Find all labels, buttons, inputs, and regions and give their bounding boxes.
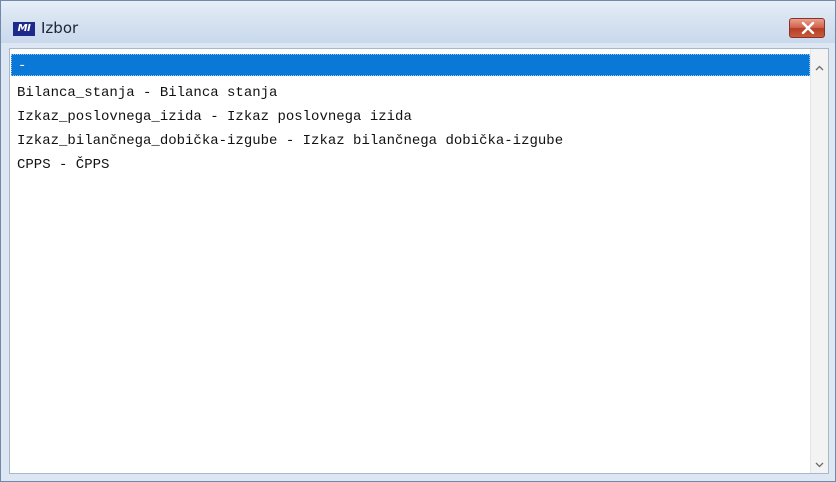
app-logo-icon: MI xyxy=(13,22,35,36)
close-icon xyxy=(801,22,815,34)
list-item-cpps[interactable]: CPPS - ČPPS xyxy=(11,154,810,176)
dialog-window: MI Izbor - Bilanca_stanja - Bilanca stan… xyxy=(0,0,836,482)
chevron-down-icon[interactable] xyxy=(814,459,825,470)
title-bar[interactable]: MI Izbor xyxy=(1,1,835,43)
list-items: - Bilanca_stanja - Bilanca stanja Izkaz_… xyxy=(10,49,811,473)
vertical-scrollbar[interactable] xyxy=(810,49,828,473)
selection-list-box[interactable]: - Bilanca_stanja - Bilanca stanja Izkaz_… xyxy=(9,48,829,474)
chevron-up-icon[interactable] xyxy=(814,63,825,74)
list-item-izkaz-bilancnega-dobicka[interactable]: Izkaz_bilančnega_dobička-izgube - Izkaz … xyxy=(11,130,810,152)
list-item-izkaz-poslovnega-izida[interactable]: Izkaz_poslovnega_izida - Izkaz poslovneg… xyxy=(11,106,810,128)
list-item-empty[interactable]: - xyxy=(11,54,810,76)
list-item-bilanca-stanja[interactable]: Bilanca_stanja - Bilanca stanja xyxy=(11,82,810,104)
close-button[interactable] xyxy=(789,18,825,38)
window-title: Izbor xyxy=(41,19,79,37)
